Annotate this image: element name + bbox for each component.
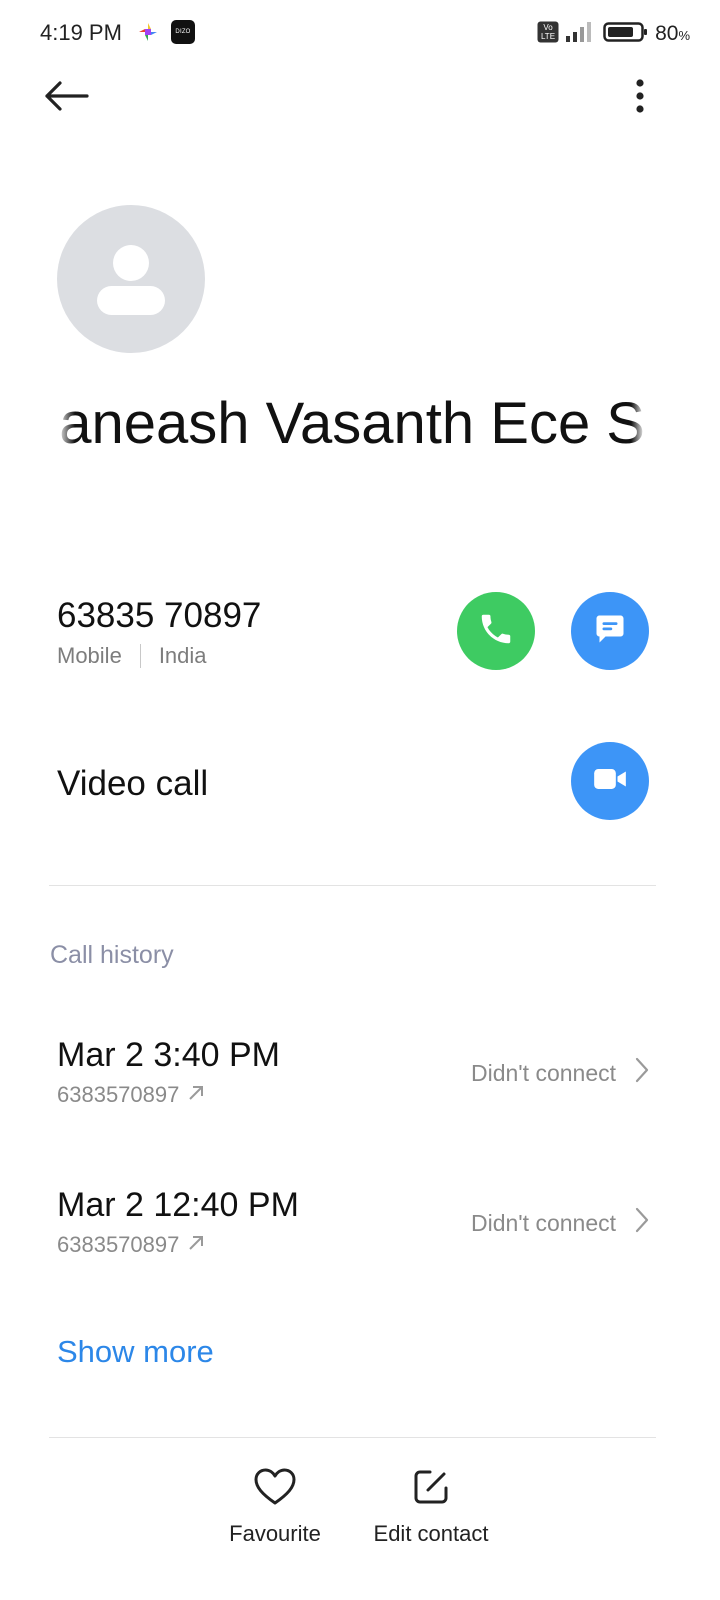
name-fade-right: [631, 388, 645, 462]
show-more-link[interactable]: Show more: [57, 1334, 214, 1370]
dizo-label: DIZO: [175, 29, 191, 35]
message-icon: [592, 611, 628, 652]
pinwheel-app-icon: [136, 20, 160, 44]
status-time: 4:19 PM: [40, 20, 122, 45]
call-status: Didn't connect: [470, 1210, 616, 1236]
battery-percent-value: 80: [655, 22, 679, 45]
call-history-title: Call history: [50, 941, 174, 969]
message-button[interactable]: [571, 592, 649, 670]
call-status: Didn't connect: [470, 1060, 616, 1086]
call-button[interactable]: [457, 592, 535, 670]
back-button[interactable]: [40, 74, 92, 122]
svg-text:Vo: Vo: [543, 23, 553, 32]
video-call-label[interactable]: Video call: [57, 764, 208, 804]
more-vertical-icon: [635, 78, 645, 119]
status-indicators: Vo LTE 80%: [537, 20, 690, 48]
dizo-app-icon: DIZO: [171, 20, 195, 44]
divider: [49, 885, 656, 886]
call-datetime: Mar 2 12:40 PM: [57, 1186, 299, 1224]
svg-text:LTE: LTE: [541, 32, 555, 41]
phone-number[interactable]: 63835 70897: [57, 596, 261, 636]
call-history-row[interactable]: Mar 2 3:40 PM 6383570897 Didn't connect: [0, 1036, 720, 1136]
top-toolbar: [0, 70, 720, 126]
status-bar: 4:19 PM DIZO Vo LTE 80%: [0, 0, 720, 68]
chevron-right-icon: [634, 1206, 650, 1239]
signal-icon: [565, 21, 593, 48]
phone-country: India: [158, 643, 207, 668]
call-number: 6383570897: [57, 1082, 205, 1108]
battery-icon: [603, 21, 649, 48]
phone-type: Mobile: [57, 643, 122, 668]
video-call-button[interactable]: [571, 742, 649, 820]
edit-contact-label: Edit contact: [373, 1521, 489, 1546]
video-camera-icon: [590, 759, 630, 804]
divider: [49, 1437, 656, 1438]
person-placeholder-icon: [57, 245, 205, 353]
favourite-button[interactable]: Favourite: [225, 1468, 325, 1547]
favourite-label: Favourite: [229, 1521, 321, 1546]
contact-name-container: aneash Vasanth Ece S: [57, 388, 645, 462]
call-number-text: 6383570897: [57, 1082, 180, 1107]
heart-icon: [254, 1468, 296, 1511]
call-datetime: Mar 2 3:40 PM: [57, 1036, 280, 1074]
name-fade-left: [57, 388, 75, 462]
avatar[interactable]: [57, 205, 205, 353]
more-options-button[interactable]: [620, 74, 660, 122]
volte-icon: Vo LTE: [537, 21, 559, 48]
edit-icon: [412, 1468, 450, 1511]
call-number-text: 6383570897: [57, 1232, 180, 1257]
battery-percent-unit: %: [678, 28, 690, 43]
outgoing-arrow-icon: [187, 1082, 205, 1108]
edit-contact-button[interactable]: Edit contact: [366, 1468, 496, 1547]
outgoing-arrow-icon: [187, 1232, 205, 1258]
meta-separator: [139, 644, 141, 668]
call-number: 6383570897: [57, 1232, 205, 1258]
battery-percent: 80%: [655, 22, 690, 46]
phone-icon: [477, 610, 515, 653]
phone-meta: Mobile India: [57, 643, 207, 669]
call-history-row[interactable]: Mar 2 12:40 PM 6383570897 Didn't connect: [0, 1186, 720, 1286]
chevron-right-icon: [634, 1056, 650, 1089]
contact-name: aneash Vasanth Ece S: [59, 391, 645, 456]
arrow-left-icon: [43, 80, 89, 117]
